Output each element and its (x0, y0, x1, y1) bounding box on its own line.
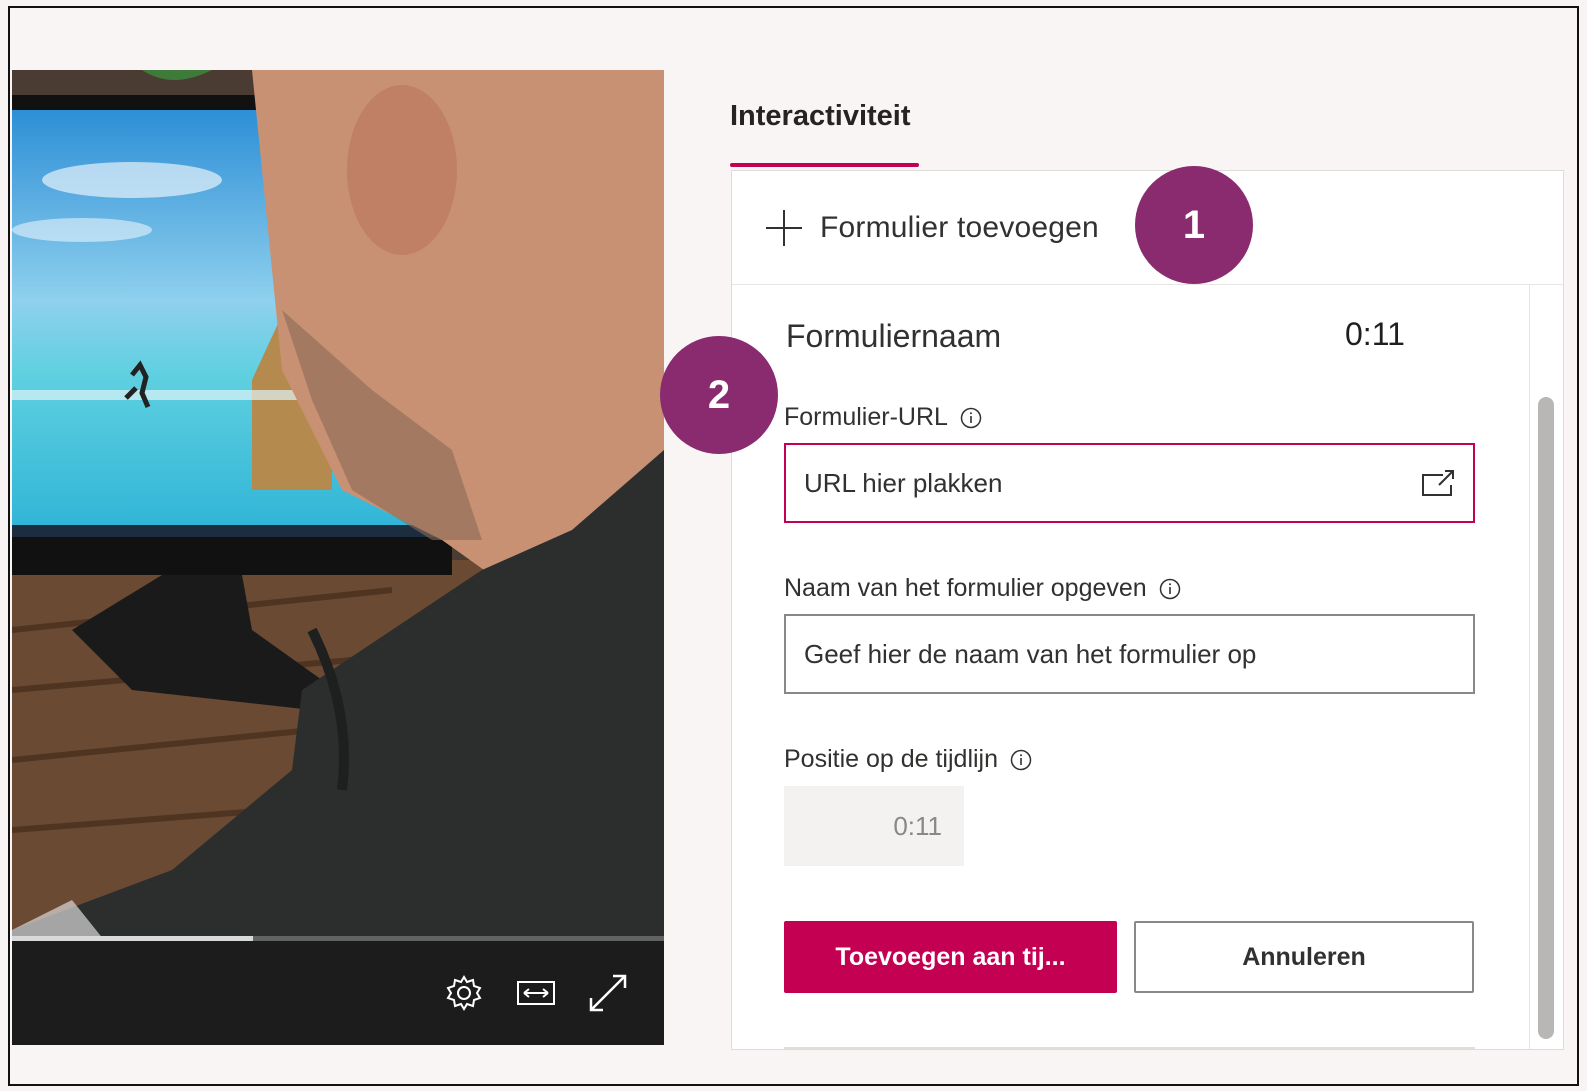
cancel-button[interactable]: Annuleren (1134, 921, 1474, 993)
scrollbar-thumb[interactable] (1538, 397, 1554, 1039)
url-input-placeholder: URL hier plakken (804, 467, 1003, 498)
url-input[interactable]: URL hier plakken (784, 443, 1475, 523)
video-controls-bar (12, 941, 664, 1045)
info-icon[interactable] (1010, 749, 1032, 771)
name-label-text: Naam van het formulier opgeven (784, 574, 1147, 602)
form-time: 0:11 (1345, 316, 1405, 352)
timeline-position-input[interactable]: 0:11 (784, 786, 964, 866)
fullscreen-icon[interactable] (584, 969, 632, 1017)
form-title: Formuliernaam (786, 318, 1002, 354)
interactivity-panel: Formulier toevoegen Formuliernaam 0:11 F… (731, 170, 1564, 1050)
name-input-placeholder: Geef hier de naam van het formulier op (804, 638, 1257, 669)
name-field-label: Naam van het formulier opgeven (784, 574, 1181, 603)
plus-icon (766, 209, 802, 246)
url-label-text: Formulier-URL (784, 403, 948, 431)
screenshot-frame: Interactiviteit Formulier toevoegen Form… (8, 6, 1579, 1086)
add-to-timeline-button[interactable]: Toevoegen aan tij... (784, 921, 1117, 993)
url-field-label: Formulier-URL (784, 403, 982, 432)
fit-width-icon[interactable] (512, 969, 560, 1017)
info-icon[interactable] (1159, 578, 1181, 600)
name-input[interactable]: Geef hier de naam van het formulier op (784, 614, 1475, 694)
tab-interactiviteit[interactable]: Interactiviteit (730, 100, 911, 133)
callout-1: 1 (1135, 166, 1253, 284)
external-link-icon[interactable] (1421, 469, 1455, 504)
callout-2: 2 (660, 336, 778, 454)
position-label-text: Positie op de tijdlijn (784, 745, 999, 773)
video-player[interactable] (12, 70, 664, 1045)
settings-icon[interactable] (440, 969, 488, 1017)
tab-active-indicator (730, 163, 919, 167)
position-field-label: Positie op de tijdlijn (784, 745, 1032, 774)
divider (784, 1047, 1475, 1049)
scrollbar[interactable] (1529, 285, 1563, 1049)
add-form-label: Formulier toevoegen (820, 210, 1099, 244)
info-icon[interactable] (960, 407, 982, 429)
video-frame-image (12, 70, 664, 1045)
